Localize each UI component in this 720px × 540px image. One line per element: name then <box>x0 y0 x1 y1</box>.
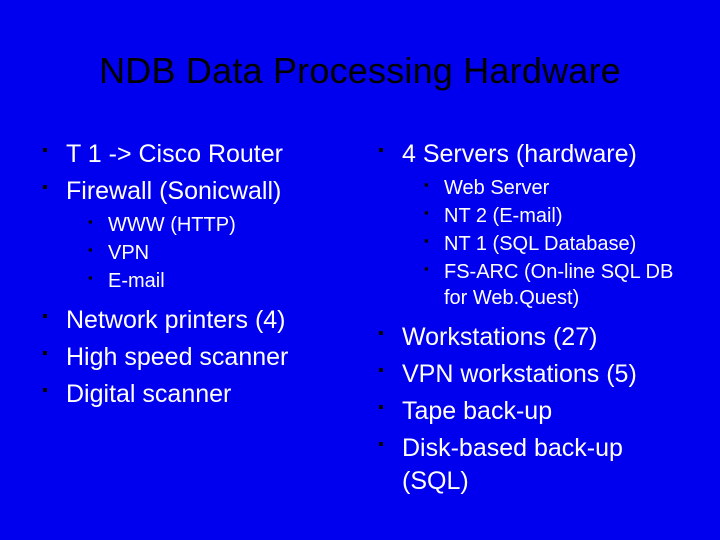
list-item-text: Disk-based back-up (SQL) <box>402 434 623 495</box>
list-item-text: Workstations (27) <box>402 323 597 351</box>
list-item-text: High speed scanner <box>66 343 288 371</box>
list-item-text: T 1 -> Cisco Router <box>66 140 283 168</box>
list-item-text: Tape back-up <box>402 397 552 425</box>
right-list: 4 Servers (hardware) Web Server NT 2 (E-… <box>372 138 684 498</box>
sub-list-item: NT 2 (E-mail) <box>424 203 684 229</box>
list-item-text: 4 Servers (hardware) <box>402 140 637 168</box>
list-item: Firewall (Sonicwall) WWW (HTTP) VPN E-ma… <box>42 175 348 294</box>
list-item-text: Network printers (4) <box>66 306 286 334</box>
sub-list-item: FS-ARC (On-line SQL DB for Web.Quest) <box>424 259 684 311</box>
list-item: 4 Servers (hardware) Web Server NT 2 (E-… <box>378 138 684 311</box>
sub-list-item: VPN <box>88 240 348 266</box>
right-column: 4 Servers (hardware) Web Server NT 2 (E-… <box>372 138 684 502</box>
list-item-text: Digital scanner <box>66 380 231 408</box>
slide-title: NDB Data Processing Hardware <box>36 50 684 92</box>
list-item: Network printers (4) <box>42 304 348 337</box>
sub-list: Web Server NT 2 (E-mail) NT 1 (SQL Datab… <box>402 175 684 311</box>
sub-list-item: WWW (HTTP) <box>88 212 348 238</box>
left-column: T 1 -> Cisco Router Firewall (Sonicwall)… <box>36 138 348 502</box>
list-item: VPN workstations (5) <box>378 358 684 391</box>
list-item-text: VPN workstations (5) <box>402 360 637 388</box>
list-item: Tape back-up <box>378 395 684 428</box>
list-item: High speed scanner <box>42 341 348 374</box>
list-item-text: Firewall (Sonicwall) <box>66 177 281 205</box>
content-columns: T 1 -> Cisco Router Firewall (Sonicwall)… <box>36 138 684 502</box>
list-item: Digital scanner <box>42 378 348 411</box>
sub-list-item: NT 1 (SQL Database) <box>424 231 684 257</box>
list-item: Disk-based back-up (SQL) <box>378 432 684 498</box>
sub-list-item: E-mail <box>88 268 348 294</box>
list-item: T 1 -> Cisco Router <box>42 138 348 171</box>
left-list: T 1 -> Cisco Router Firewall (Sonicwall)… <box>36 138 348 411</box>
list-item: Workstations (27) <box>378 321 684 354</box>
slide: NDB Data Processing Hardware T 1 -> Cisc… <box>0 0 720 540</box>
sub-list-item: Web Server <box>424 175 684 201</box>
sub-list: WWW (HTTP) VPN E-mail <box>66 212 348 294</box>
